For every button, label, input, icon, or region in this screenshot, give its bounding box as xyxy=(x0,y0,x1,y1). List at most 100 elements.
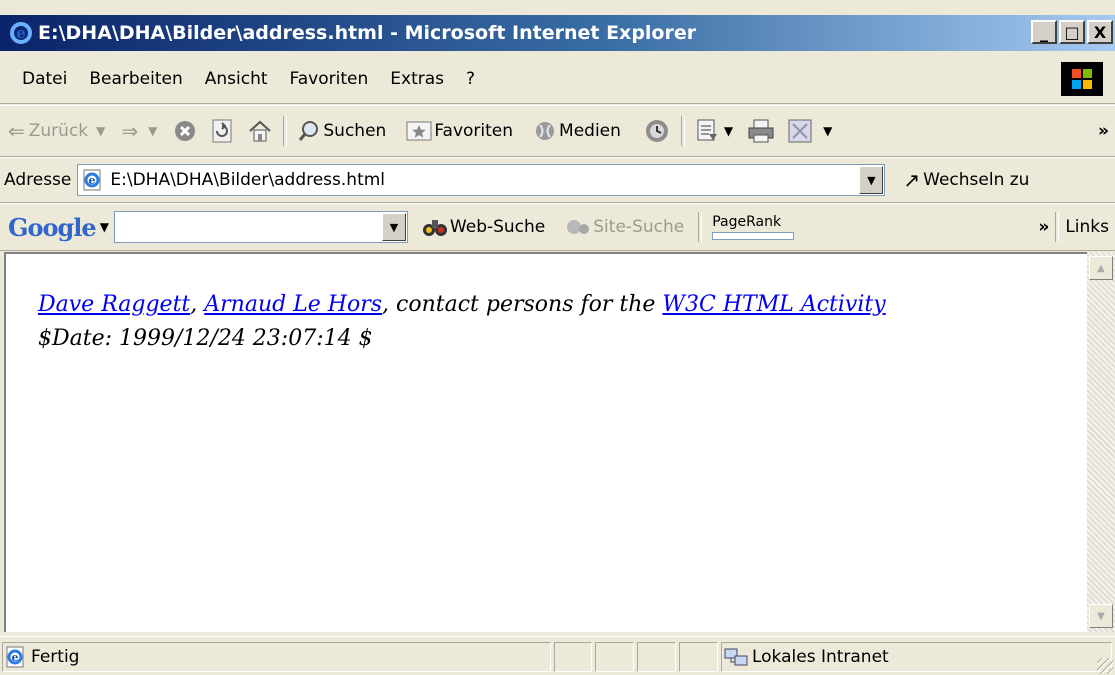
status-text: Fertig xyxy=(31,646,80,667)
status-pane-progress xyxy=(554,641,592,672)
chevron-down-icon: ▼ xyxy=(389,220,399,234)
scroll-down-button[interactable]: ▼ xyxy=(1089,604,1113,628)
vertical-scrollbar[interactable]: ▲ ▼ xyxy=(1087,252,1115,632)
history-button[interactable] xyxy=(643,117,671,145)
menu-extras[interactable]: Extras xyxy=(390,69,444,89)
site-search-label: Site-Suche xyxy=(593,217,685,237)
window-controls: _ □ X xyxy=(1031,20,1113,44)
svg-text:e: e xyxy=(89,174,96,187)
menu-bearbeiten[interactable]: Bearbeiten xyxy=(89,69,182,89)
link-arnaud-le-hors[interactable]: Arnaud Le Hors xyxy=(204,292,382,317)
media-button[interactable]: Medien xyxy=(533,119,621,143)
page-content: Dave Raggett, Arnaud Le Hors, contact pe… xyxy=(4,252,1087,632)
stop-icon xyxy=(175,121,196,141)
menu-ansicht[interactable]: Ansicht xyxy=(205,69,268,89)
menu-datei[interactable]: Datei xyxy=(22,69,67,89)
separator-text: , xyxy=(190,292,205,317)
status-pane-extra xyxy=(636,641,676,672)
links-separator xyxy=(1055,212,1060,242)
forward-button[interactable]: ⇒ ▼ xyxy=(121,119,157,143)
scroll-up-icon: ▲ xyxy=(1097,262,1105,274)
print-icon xyxy=(748,119,774,143)
title-bar[interactable]: e E:\DHA\DHA\Bilder\address.html - Micro… xyxy=(0,15,1115,51)
search-button[interactable]: Suchen xyxy=(297,119,386,143)
status-pane-lock xyxy=(594,641,634,672)
google-toolbar: Google ▼ ▼ Web-Suche Site-Suche PageRank… xyxy=(0,203,1115,251)
ie-icon: e xyxy=(10,22,32,44)
maximize-button[interactable]: □ xyxy=(1059,20,1085,44)
address-block: Dave Raggett, Arnaud Le Hors, contact pe… xyxy=(38,288,886,356)
go-button[interactable]: ↗ Wechseln zu xyxy=(903,168,1029,192)
forward-dropdown-icon[interactable]: ▼ xyxy=(148,124,157,138)
edit-dropdown-icon[interactable]: ▼ xyxy=(823,124,832,138)
search-label: Suchen xyxy=(323,121,387,141)
status-bar: e Fertig Lokales Intranet xyxy=(0,636,1115,675)
close-button[interactable]: X xyxy=(1087,20,1113,44)
window-title: E:\DHA\DHA\Bilder\address.html - Microso… xyxy=(38,22,697,44)
go-arrow-icon: ↗ xyxy=(903,168,921,192)
toolbar-chevron-icon[interactable]: » xyxy=(1098,121,1109,141)
history-icon xyxy=(645,120,668,142)
chevron-down-icon: ▼ xyxy=(867,173,876,187)
address-input[interactable]: e E:\DHA\DHA\Bilder\address.html ▼ xyxy=(77,164,886,196)
status-zone-pane: Lokales Intranet xyxy=(720,641,1112,672)
edit-icon xyxy=(788,119,812,143)
browser-window: e E:\DHA\DHA\Bilder\address.html - Micro… xyxy=(0,0,1115,675)
home-button[interactable] xyxy=(247,119,273,143)
standard-toolbar: ⇐ Zurück ▼ ⇒ ▼ Suchen Favoriten Medien ▼… xyxy=(0,105,1115,157)
edit-button[interactable]: ▼ xyxy=(787,118,832,144)
pagerank-indicator[interactable]: PageRank xyxy=(712,214,795,240)
link-w3c-html-activity[interactable]: W3C HTML Activity xyxy=(662,292,885,317)
svg-text:e: e xyxy=(12,651,19,664)
web-search-button[interactable]: Web-Suche xyxy=(422,216,545,238)
svg-text:e: e xyxy=(16,24,26,42)
google-dropdown-icon[interactable]: ▼ xyxy=(100,220,109,234)
address-label: Adresse xyxy=(4,170,72,190)
google-search-input[interactable]: ▼ xyxy=(113,211,408,243)
web-search-label: Web-Suche xyxy=(449,217,546,237)
zone-text: Lokales Intranet xyxy=(751,646,889,667)
google-logo[interactable]: Google ▼ xyxy=(8,213,109,242)
back-label: Zurück xyxy=(28,121,89,141)
resize-grip-icon[interactable] xyxy=(1097,658,1113,674)
stop-button[interactable] xyxy=(173,119,197,143)
media-icon xyxy=(536,122,555,140)
forward-arrow-icon: ⇒ xyxy=(121,119,139,143)
toolbar-separator xyxy=(283,116,288,146)
address-dropdown-button[interactable]: ▼ xyxy=(859,166,884,194)
favorites-label: Favoriten xyxy=(434,121,514,141)
menu-favoriten[interactable]: Favoriten xyxy=(290,69,369,89)
status-main-pane: e Fertig xyxy=(2,641,552,672)
print-button[interactable] xyxy=(747,118,775,144)
google-toolbar-chevron-icon[interactable]: » xyxy=(1038,217,1049,237)
link-dave-raggett[interactable]: Dave Raggett xyxy=(38,292,190,317)
status-pane-privacy xyxy=(678,641,718,672)
address-bar: Adresse e E:\DHA\DHA\Bilder\address.html… xyxy=(0,157,1115,203)
mail-dropdown-icon[interactable]: ▼ xyxy=(724,124,733,138)
contact-text: , contact persons for the xyxy=(382,292,663,317)
media-label: Medien xyxy=(559,121,621,141)
back-dropdown-icon[interactable]: ▼ xyxy=(96,124,105,138)
scroll-up-button[interactable]: ▲ xyxy=(1089,256,1113,280)
site-search-button[interactable]: Site-Suche xyxy=(565,216,684,238)
binoculars-icon xyxy=(422,220,447,236)
pagerank-label: PageRank xyxy=(712,214,782,230)
favorites-star-icon xyxy=(406,121,432,141)
mail-button[interactable]: ▼ xyxy=(695,118,733,144)
menu-help[interactable]: ? xyxy=(466,69,475,89)
page-done-icon: e xyxy=(6,646,24,667)
go-label: Wechseln zu xyxy=(923,170,1030,190)
refresh-button[interactable] xyxy=(211,119,233,143)
links-button[interactable]: Links xyxy=(1065,217,1109,237)
page-ie-icon: e xyxy=(83,169,101,191)
site-search-icon xyxy=(567,220,590,234)
menu-bar: Datei Bearbeiten Ansicht Favoriten Extra… xyxy=(0,55,1115,104)
minimize-button[interactable]: _ xyxy=(1031,20,1057,44)
favorites-button[interactable]: Favoriten xyxy=(406,120,513,142)
intranet-icon xyxy=(724,648,748,665)
mail-icon xyxy=(697,119,717,141)
google-search-dropdown-button[interactable]: ▼ xyxy=(381,213,406,241)
search-icon xyxy=(299,121,319,141)
home-icon xyxy=(249,120,272,142)
back-button[interactable]: ⇐ Zurück ▼ xyxy=(8,119,105,143)
